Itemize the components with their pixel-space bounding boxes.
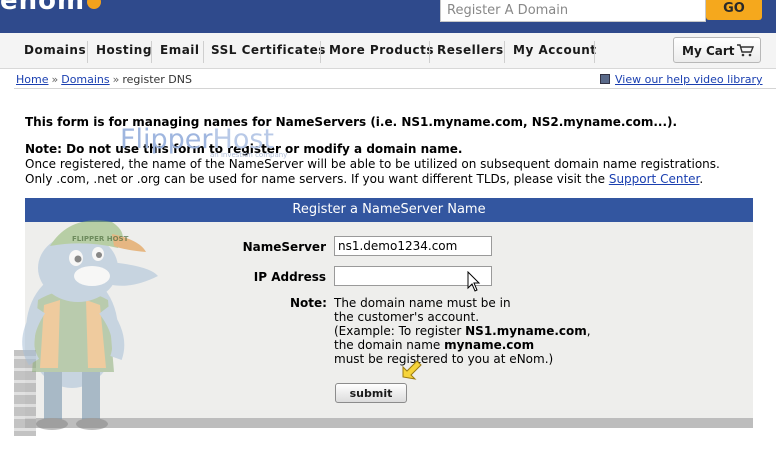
mouse-cursor-icon xyxy=(467,271,481,292)
note-line-2-end: . xyxy=(699,172,704,186)
nav-divider xyxy=(429,41,430,63)
submit-button[interactable]: submit xyxy=(335,383,407,403)
cap-text: FLIPPER HOST xyxy=(72,235,129,243)
flipperhost-logo: FlipperHost an investion company xyxy=(120,124,287,159)
cart-icon xyxy=(737,44,754,57)
form-note-line-4: the domain name myname.com xyxy=(334,338,534,352)
video-icon xyxy=(600,74,610,84)
cart-label: My Cart xyxy=(682,44,735,58)
mascot-dolphin-illustration: FLIPPER HOST xyxy=(14,220,158,436)
nav-item-more-products[interactable]: More Products xyxy=(329,43,434,57)
nav-item-my-account[interactable]: My Account xyxy=(513,43,597,57)
form-note-line-3-text: (Example: To register xyxy=(334,324,466,338)
brand-name-flipper: Flipper xyxy=(120,124,213,155)
form-note-line-5: must be registered to you at eNom.) xyxy=(334,352,554,366)
form-note-example-ns: NS1.myname.com xyxy=(465,324,587,338)
form-note-line-4-text: the domain name xyxy=(334,338,445,352)
nav-item-resellers[interactable]: Resellers xyxy=(437,43,504,57)
help-video-link-container: View our help video library xyxy=(600,73,763,86)
domain-search-input[interactable]: Register A Domain xyxy=(440,0,706,22)
help-video-link[interactable]: View our help video library xyxy=(615,73,763,86)
go-button[interactable]: GO xyxy=(706,0,762,20)
nameserver-input[interactable] xyxy=(334,236,492,256)
my-cart-button[interactable]: My Cart xyxy=(673,37,761,63)
hint-arrow-icon xyxy=(402,360,422,380)
form-note-label: Note: xyxy=(290,296,327,310)
brand-tagline: an investion company xyxy=(210,151,288,159)
ip-address-label: IP Address xyxy=(253,270,326,284)
form-note-line-3-end: , xyxy=(586,324,591,338)
nameserver-label: NameServer xyxy=(242,240,326,254)
form-note-line-1: The domain name must be in xyxy=(334,296,511,310)
support-center-link[interactable]: Support Center xyxy=(609,172,700,186)
form-note-line-2: the customer's account. xyxy=(334,310,480,324)
form-note-line-3: (Example: To register NS1.myname.com, xyxy=(334,324,591,338)
nav-divider xyxy=(320,41,321,63)
nav-divider xyxy=(594,41,595,63)
form-note-example-domain: myname.com xyxy=(444,338,535,352)
nav-divider xyxy=(504,41,505,63)
